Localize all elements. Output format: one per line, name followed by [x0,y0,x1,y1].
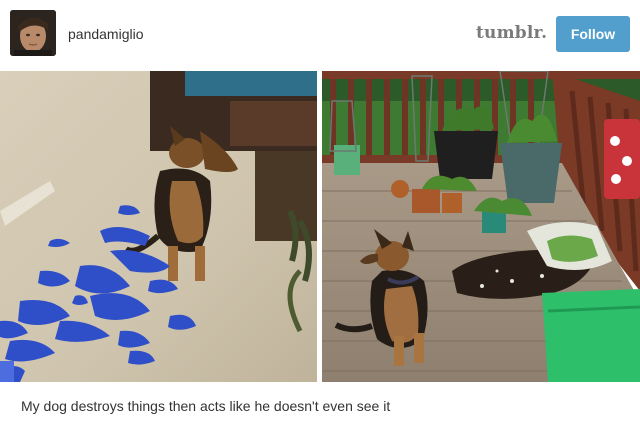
follow-button[interactable]: Follow [556,16,630,52]
post-header: pandamiglio tumblr. Follow [0,0,640,70]
post-photo-right [322,71,640,382]
avatar[interactable] [10,10,56,56]
post-caption: My dog destroys things then acts like he… [21,398,391,414]
post-photo-left [0,71,317,382]
username-link[interactable]: pandamiglio [68,26,144,42]
tumblr-logo[interactable]: tumblr. [476,23,547,43]
